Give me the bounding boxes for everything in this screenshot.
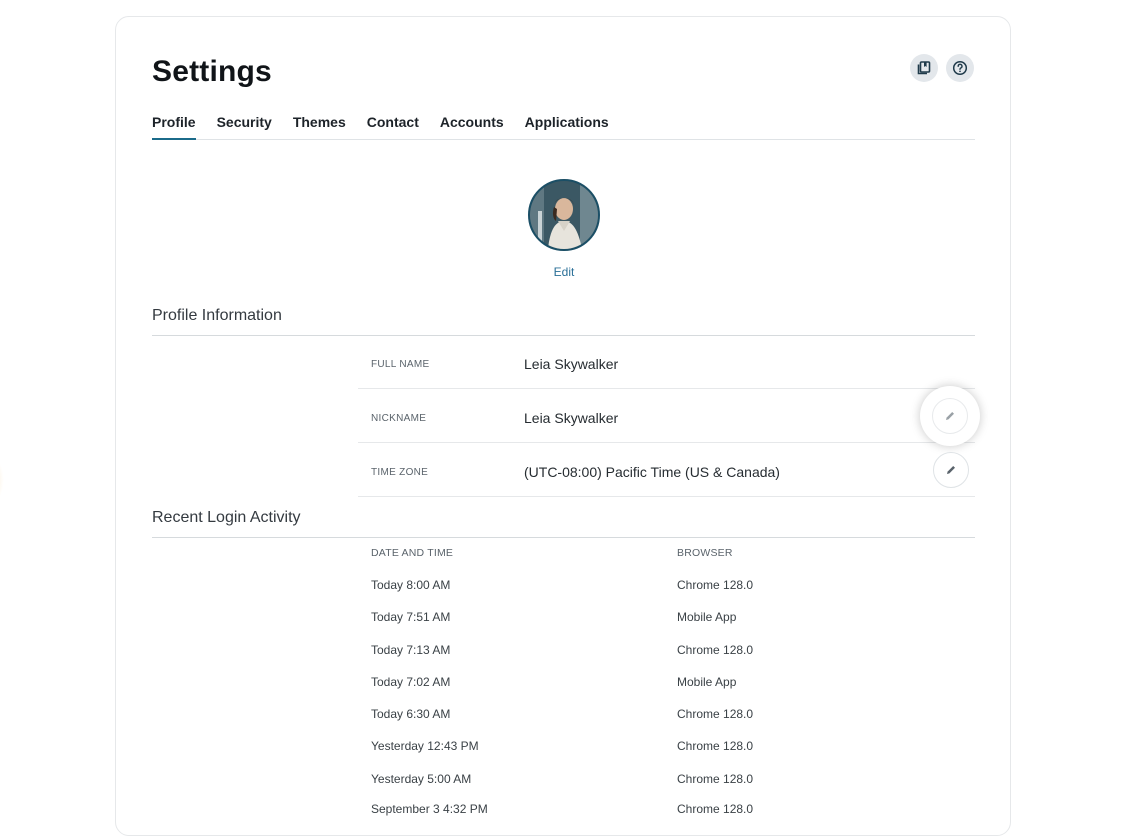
login-browser: Chrome 128.0 xyxy=(677,772,754,786)
time-zone-value: (UTC-08:00) Pacific Time (US & Canada) xyxy=(524,464,780,480)
avatar-portrait xyxy=(530,181,598,249)
time-zone-label: TIME ZONE xyxy=(371,467,429,478)
login-browser: Chrome 128.0 xyxy=(677,578,754,592)
date-time-column-header: DATE AND TIME xyxy=(371,547,454,559)
edit-nickname-button-inner xyxy=(932,398,968,434)
tab-profile[interactable]: Profile xyxy=(152,114,196,140)
login-browser: Chrome 128.0 xyxy=(677,739,754,753)
login-browser: Chrome 128.0 xyxy=(677,643,754,657)
help-icon xyxy=(952,60,968,76)
full-name-value: Leia Skywalker xyxy=(524,356,619,372)
login-datetime: September 3 4:32 PM xyxy=(371,802,488,816)
book-icon xyxy=(917,61,931,75)
tab-applications[interactable]: Applications xyxy=(525,114,609,140)
edge-glow xyxy=(0,450,4,510)
book-button[interactable] xyxy=(910,54,938,82)
login-datetime: Yesterday 5:00 AM xyxy=(371,772,472,786)
login-datetime: Today 8:00 AM xyxy=(371,578,451,592)
nickname-value: Leia Skywalker xyxy=(524,410,619,426)
login-browser: Chrome 128.0 xyxy=(677,802,754,816)
recent-login-activity-title: Recent Login Activity xyxy=(152,509,975,538)
login-datetime: Yesterday 12:43 PM xyxy=(371,739,479,753)
login-datetime: Today 7:51 AM xyxy=(371,610,451,624)
login-datetime: Today 7:02 AM xyxy=(371,675,451,689)
avatar-edit-link[interactable]: Edit xyxy=(536,265,592,279)
tab-contact[interactable]: Contact xyxy=(367,114,419,140)
pencil-icon xyxy=(947,466,955,474)
help-button[interactable] xyxy=(946,54,974,82)
avatar xyxy=(528,179,600,251)
settings-tabs: Profile Security Themes Contact Accounts… xyxy=(152,114,975,140)
edit-time-zone-button[interactable] xyxy=(933,452,969,488)
pencil-icon xyxy=(946,412,954,420)
login-browser: Mobile App xyxy=(677,610,737,624)
tab-themes[interactable]: Themes xyxy=(293,114,346,140)
page-title: Settings xyxy=(152,55,272,88)
full-name-row: FULL NAME Leia Skywalker xyxy=(358,335,975,389)
time-zone-row: TIME ZONE (UTC-08:00) Pacific Time (US &… xyxy=(358,443,975,497)
nickname-row: NICKNAME Leia Skywalker xyxy=(358,386,980,446)
profile-information-title: Profile Information xyxy=(152,307,975,336)
tab-security[interactable]: Security xyxy=(217,114,272,140)
full-name-label: FULL NAME xyxy=(371,359,430,370)
login-datetime: Today 7:13 AM xyxy=(371,643,451,657)
login-browser: Mobile App xyxy=(677,675,737,689)
settings-card: Settings Profile Security Themes Contact… xyxy=(115,16,1011,836)
browser-column-header: BROWSER xyxy=(677,547,733,559)
tab-accounts[interactable]: Accounts xyxy=(440,114,504,140)
header-actions xyxy=(910,54,974,82)
login-datetime: Today 6:30 AM xyxy=(371,707,451,721)
edit-nickname-button[interactable] xyxy=(920,386,980,446)
login-browser: Chrome 128.0 xyxy=(677,707,754,721)
nickname-label: NICKNAME xyxy=(371,413,427,424)
